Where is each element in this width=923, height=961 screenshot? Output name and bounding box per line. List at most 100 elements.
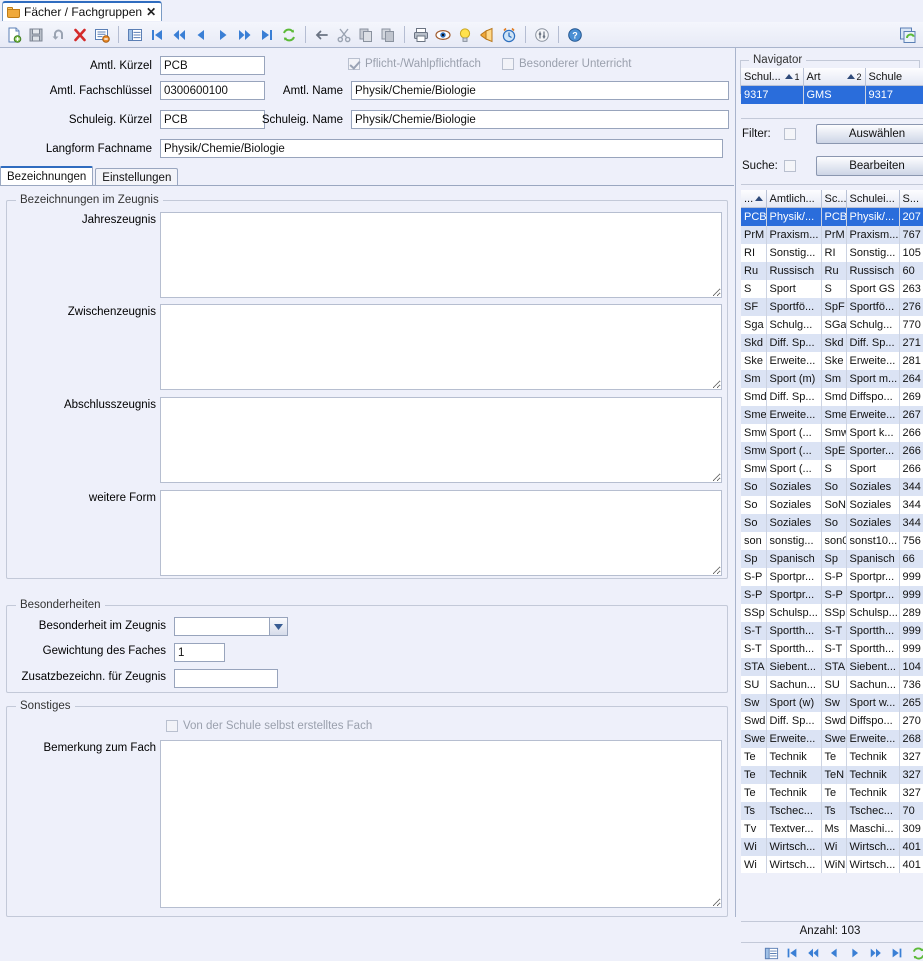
chevron-down-icon[interactable] — [269, 618, 287, 635]
notify-button[interactable] — [476, 24, 498, 46]
table-row[interactable]: Te Technik TeN Technik 327 — [741, 766, 923, 784]
table-row[interactable]: Swd Diff. Sp... Swd Diffspo... 270 — [741, 712, 923, 730]
table-row[interactable]: So Soziales So Soziales 344 — [741, 478, 923, 496]
help-button[interactable]: ? — [564, 24, 586, 46]
nav-previous-button[interactable] — [826, 945, 842, 961]
langform-fachname-input[interactable] — [160, 139, 723, 158]
table-row[interactable]: PrM Praxism... PrM Praxism... 767 — [741, 226, 923, 244]
bemerkung-zum-fach-textarea[interactable] — [160, 740, 722, 908]
next-record-button[interactable] — [212, 24, 234, 46]
reminder-button[interactable] — [498, 24, 520, 46]
grid-col-amtlich[interactable]: Amtlich... — [766, 190, 822, 208]
school-col-schule[interactable]: Schule — [865, 68, 923, 86]
grid-col-sortnr[interactable]: S... — [899, 190, 923, 208]
refresh-button[interactable] — [278, 24, 300, 46]
first-record-button[interactable] — [146, 24, 168, 46]
table-row[interactable]: Wi Wirtsch... WiN Wirtsch... 401 — [741, 856, 923, 873]
amtl-fachschluessel-input[interactable] — [160, 81, 265, 100]
table-row[interactable]: Ru Russisch Ru Russisch 60 — [741, 262, 923, 280]
school-col-art[interactable]: Art 2 — [803, 68, 866, 86]
abschlusszeugnis-textarea[interactable] — [160, 397, 722, 483]
last-record-button[interactable] — [256, 24, 278, 46]
tab-einstellungen[interactable]: Einstellungen — [95, 168, 179, 186]
amtl-kuerzel-input[interactable] — [160, 56, 265, 75]
table-row[interactable]: son sonstig... son0 sonst10... 756 — [741, 532, 923, 550]
suche-checkbox[interactable] — [784, 160, 796, 172]
nav-next-button[interactable] — [847, 945, 863, 961]
schuleig-name-input[interactable] — [351, 110, 729, 129]
zusatzbezeichnung-input[interactable] — [174, 669, 278, 688]
table-row[interactable]: Sga Schulg... SGa Schulg... 770 — [741, 316, 923, 334]
undo-button[interactable] — [47, 24, 69, 46]
zwischenzeugnis-textarea[interactable] — [160, 304, 722, 390]
cut-button[interactable] — [333, 24, 355, 46]
table-row[interactable]: SU Sachun... SU Sachun... 736 — [741, 676, 923, 694]
table-row[interactable]: Sw Sport (w) Sw Sport w... 265 — [741, 694, 923, 712]
settings-button[interactable] — [531, 24, 553, 46]
table-row[interactable]: Smw Sport (... SpE Sporter... 266 — [741, 442, 923, 460]
subjects-grid[interactable]: ... Amtlich... Sc... Schulei... S... PCB… — [741, 190, 923, 873]
bearbeiten-button[interactable]: Bearbeiten — [816, 156, 923, 176]
fast-forward-button[interactable] — [234, 24, 256, 46]
delete-button[interactable] — [69, 24, 91, 46]
table-row[interactable]: S-P Sportpr... S-P Sportpr... 999 — [741, 586, 923, 604]
table-row[interactable]: Ts Tschec... Ts Tschec... 70 — [741, 802, 923, 820]
table-row[interactable]: S-T Sportth... S-T Sportth... 999 — [741, 640, 923, 658]
previous-record-button[interactable] — [190, 24, 212, 46]
table-row[interactable]: RI Sonstig... RI Sonstig... 105 — [741, 244, 923, 262]
table-row[interactable]: Skd Diff. Sp... Skd Diff. Sp... 271 — [741, 334, 923, 352]
weitere-form-textarea[interactable] — [160, 490, 722, 576]
von-der-schule-selbst-erstellt-checkbox[interactable] — [166, 720, 178, 732]
print-button[interactable] — [410, 24, 432, 46]
nav-first-button[interactable] — [784, 945, 800, 961]
table-row[interactable]: Ske Erweite... Ske Erweite... 281 — [741, 352, 923, 370]
table-row[interactable]: Sp Spanisch Sp Spanisch 66 — [741, 550, 923, 568]
copy-button[interactable] — [355, 24, 377, 46]
paste-button[interactable] — [377, 24, 399, 46]
close-icon[interactable]: ✕ — [146, 6, 156, 18]
grid-col-schuleigen[interactable]: Schulei... — [846, 190, 900, 208]
nav-refresh-button[interactable] — [910, 945, 923, 961]
auswaehlen-button[interactable]: Auswählen — [816, 124, 923, 144]
jahreszeugnis-textarea[interactable] — [160, 212, 722, 298]
amtl-name-input[interactable] — [351, 81, 729, 100]
table-row[interactable]: Sme Erweite... Sme Erweite... 267 — [741, 406, 923, 424]
besonderheit-im-zeugnis-select[interactable] — [174, 617, 288, 636]
pflicht-wahlpflichtfach-checkbox[interactable] — [348, 58, 360, 70]
table-row[interactable]: PCB Physik/... PCB Physik/... 207 — [741, 207, 923, 226]
table-row[interactable]: SmwSport (...SmwSport k...266 — [741, 424, 923, 442]
hint-button[interactable] — [454, 24, 476, 46]
save-button[interactable] — [25, 24, 47, 46]
nav-fast-forward-button[interactable] — [868, 945, 884, 961]
table-row[interactable]: SSp Schulsp... SSp Schulsp... 289 — [741, 604, 923, 622]
table-row[interactable]: S-P Sportpr... S-P Sportpr... 999 — [741, 568, 923, 586]
besonderer-unterricht-checkbox[interactable] — [502, 58, 514, 70]
list-view-button[interactable] — [124, 24, 146, 46]
table-row[interactable]: Swe Erweite... Swe Erweite... 268 — [741, 730, 923, 748]
grid-col-kuerzel[interactable]: ... — [741, 190, 767, 208]
table-row[interactable]: Wi Wirtsch... Wi Wirtsch... 401 — [741, 838, 923, 856]
window-tab-faecher-fachgruppen[interactable]: Fächer / Fachgruppen ✕ — [2, 1, 163, 21]
table-row[interactable]: Smd Diff. Sp... Smd Diffspo... 269 — [741, 388, 923, 406]
tab-bezeichnungen[interactable]: Bezeichnungen — [0, 166, 94, 186]
preview-button[interactable] — [432, 24, 454, 46]
table-row[interactable]: S Sport S Sport GS 263 — [741, 280, 923, 298]
school-col-schul[interactable]: Schul... 1 — [741, 68, 804, 86]
table-row[interactable]: STA Siebent... STA Siebent... 104 — [741, 658, 923, 676]
school-selector-table[interactable]: Schul... 1 Art 2 Schule 9317 GMS 9317 — [741, 68, 923, 104]
table-row[interactable]: Tv Textver... Ms Maschi... 309 — [741, 820, 923, 838]
nav-fast-back-button[interactable] — [805, 945, 821, 961]
nav-last-button[interactable] — [889, 945, 905, 961]
table-row[interactable]: So Soziales So Soziales 344 — [741, 514, 923, 532]
grid-col-sc[interactable]: Sc... — [821, 190, 847, 208]
nav-list-view-button[interactable] — [763, 945, 779, 961]
fast-back-button[interactable] — [168, 24, 190, 46]
table-row[interactable]: 9317 GMS 9317 — [741, 85, 923, 104]
table-row[interactable]: S-T Sportth... S-T Sportth... 999 — [741, 622, 923, 640]
gewichtung-des-faches-input[interactable] — [174, 643, 225, 662]
table-row[interactable]: Te Technik Te Technik 327 — [741, 748, 923, 766]
duplicate-refresh-button[interactable] — [896, 24, 920, 46]
table-row[interactable]: Smw Sport (... S Sport 266 — [741, 460, 923, 478]
edit-record-button[interactable] — [91, 24, 113, 46]
filter-checkbox[interactable] — [784, 128, 796, 140]
